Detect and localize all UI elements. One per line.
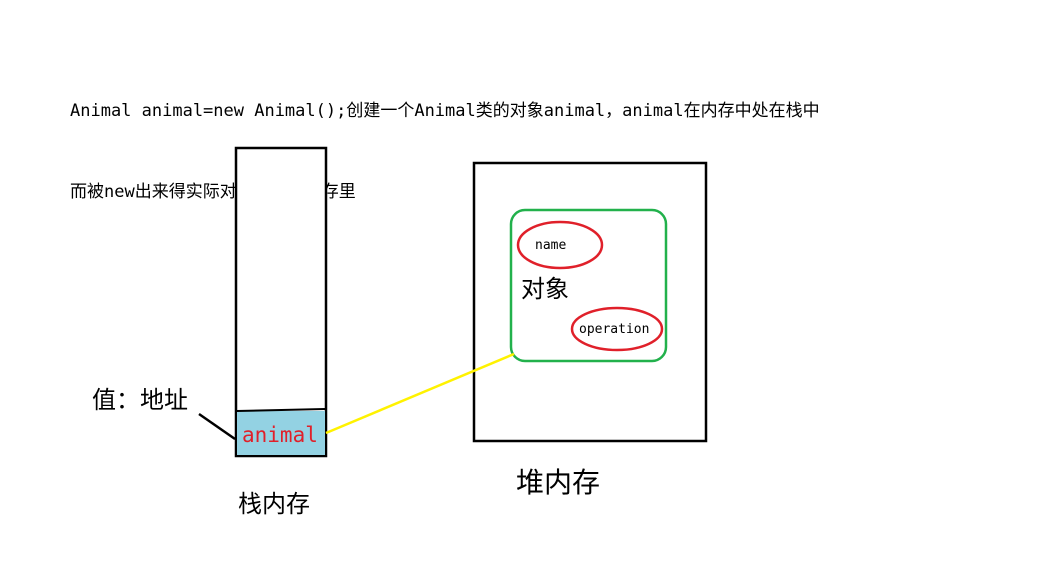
field-operation-text: operation [579,322,649,337]
field-name-text: name [535,238,566,253]
object-label: 对象 [521,275,569,303]
stack-memory-label: 栈内存 [238,490,310,518]
value-address-label: 值：地址 [92,386,188,414]
heap-box [472,161,708,443]
diagram-canvas: Animal animal=new Animal();创建一个Animal类的对… [0,0,1051,578]
heap-memory-label: 堆内存 [516,466,600,499]
value-label-leader [198,412,236,441]
memory-diagram: animal 值：地址 栈内存 name 对象 operation 堆内存 [92,146,708,518]
stack-slot-variable: animal [242,423,318,447]
